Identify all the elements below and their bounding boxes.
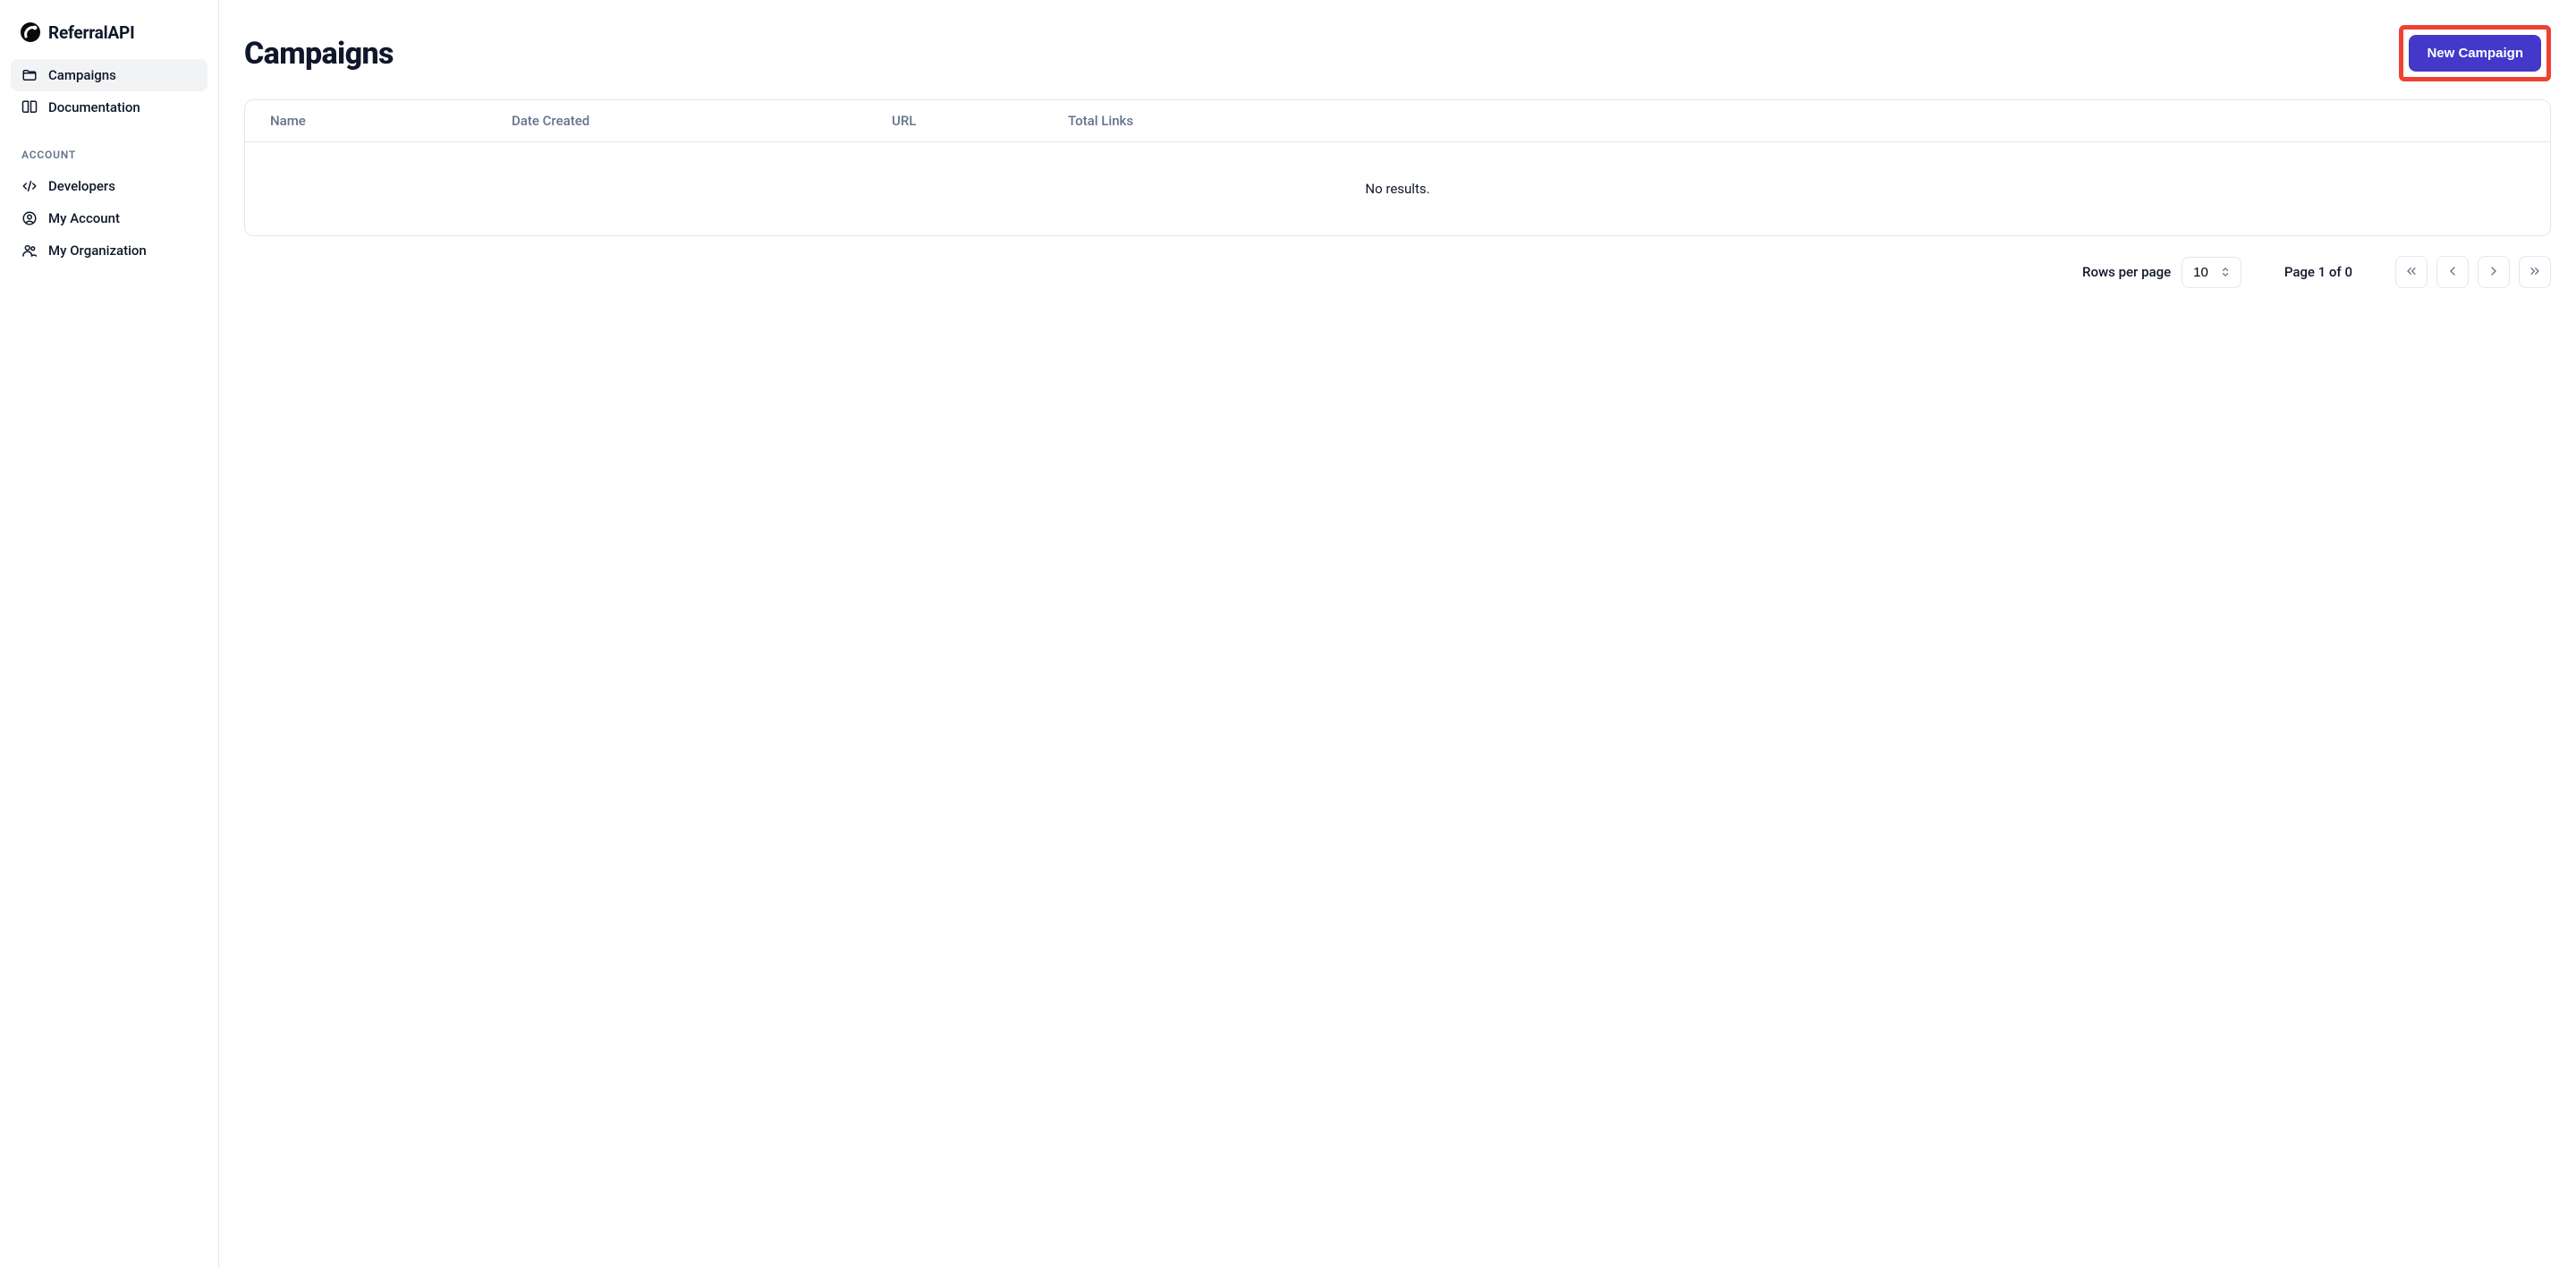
sidebar-item-label: My Organization [48,242,147,259]
column-header-name: Name [270,113,512,129]
chevron-up-down-icon [2221,266,2230,278]
app-root: ReferralAPI Campaigns Documentation ACCO… [0,0,2576,1267]
page-indicator: Page 1 of 0 [2284,264,2352,280]
empty-message: No results. [1365,181,1429,197]
sidebar: ReferralAPI Campaigns Documentation ACCO… [0,0,219,1267]
table-header-row: Name Date Created URL Total Links [245,100,2550,142]
folder-icon [21,67,38,83]
page-header: Campaigns New Campaign [244,25,2551,81]
logo-text: ReferralAPI [48,22,134,43]
pagination-bar: Rows per page 10 Page 1 of 0 [244,256,2551,288]
sidebar-item-my-organization[interactable]: My Organization [11,234,208,267]
logo[interactable]: ReferralAPI [11,18,208,59]
code-icon [21,178,38,194]
sidebar-item-label: Developers [48,178,115,194]
book-icon [21,99,38,115]
pager-prev-button[interactable] [2436,256,2469,288]
sidebar-item-label: Documentation [48,99,140,115]
sidebar-item-label: Campaigns [48,67,116,83]
chevron-right-icon [2487,264,2501,281]
sidebar-item-campaigns[interactable]: Campaigns [11,59,208,91]
campaigns-table: Name Date Created URL Total Links No res… [244,99,2551,236]
logo-icon [20,21,41,43]
chevrons-left-icon [2404,264,2419,281]
pager-next-button[interactable] [2478,256,2510,288]
chevrons-right-icon [2528,264,2542,281]
pager-last-button[interactable] [2519,256,2551,288]
new-campaign-button[interactable]: New Campaign [2409,35,2541,72]
sidebar-item-developers[interactable]: Developers [11,170,208,202]
user-icon [21,210,38,226]
rows-per-page-value: 10 [2193,265,2208,280]
pager-buttons [2395,256,2551,288]
column-header-url: URL [892,113,1068,129]
column-header-total-links: Total Links [1068,113,2525,129]
rows-per-page-group: Rows per page 10 [2082,257,2241,288]
sidebar-item-documentation[interactable]: Documentation [11,91,208,123]
column-header-date-created: Date Created [512,113,892,129]
page-title: Campaigns [244,36,394,72]
highlight-annotation: New Campaign [2399,25,2551,81]
table-empty-state: No results. [245,142,2550,235]
sidebar-section-label: ACCOUNT [11,123,208,170]
sidebar-item-my-account[interactable]: My Account [11,202,208,234]
chevron-left-icon [2445,264,2460,281]
rows-per-page-label: Rows per page [2082,264,2171,280]
rows-per-page-select[interactable]: 10 [2182,257,2241,288]
main-content: Campaigns New Campaign Name Date Created… [219,0,2576,1267]
pager-first-button[interactable] [2395,256,2428,288]
sidebar-item-label: My Account [48,210,120,226]
users-icon [21,242,38,259]
